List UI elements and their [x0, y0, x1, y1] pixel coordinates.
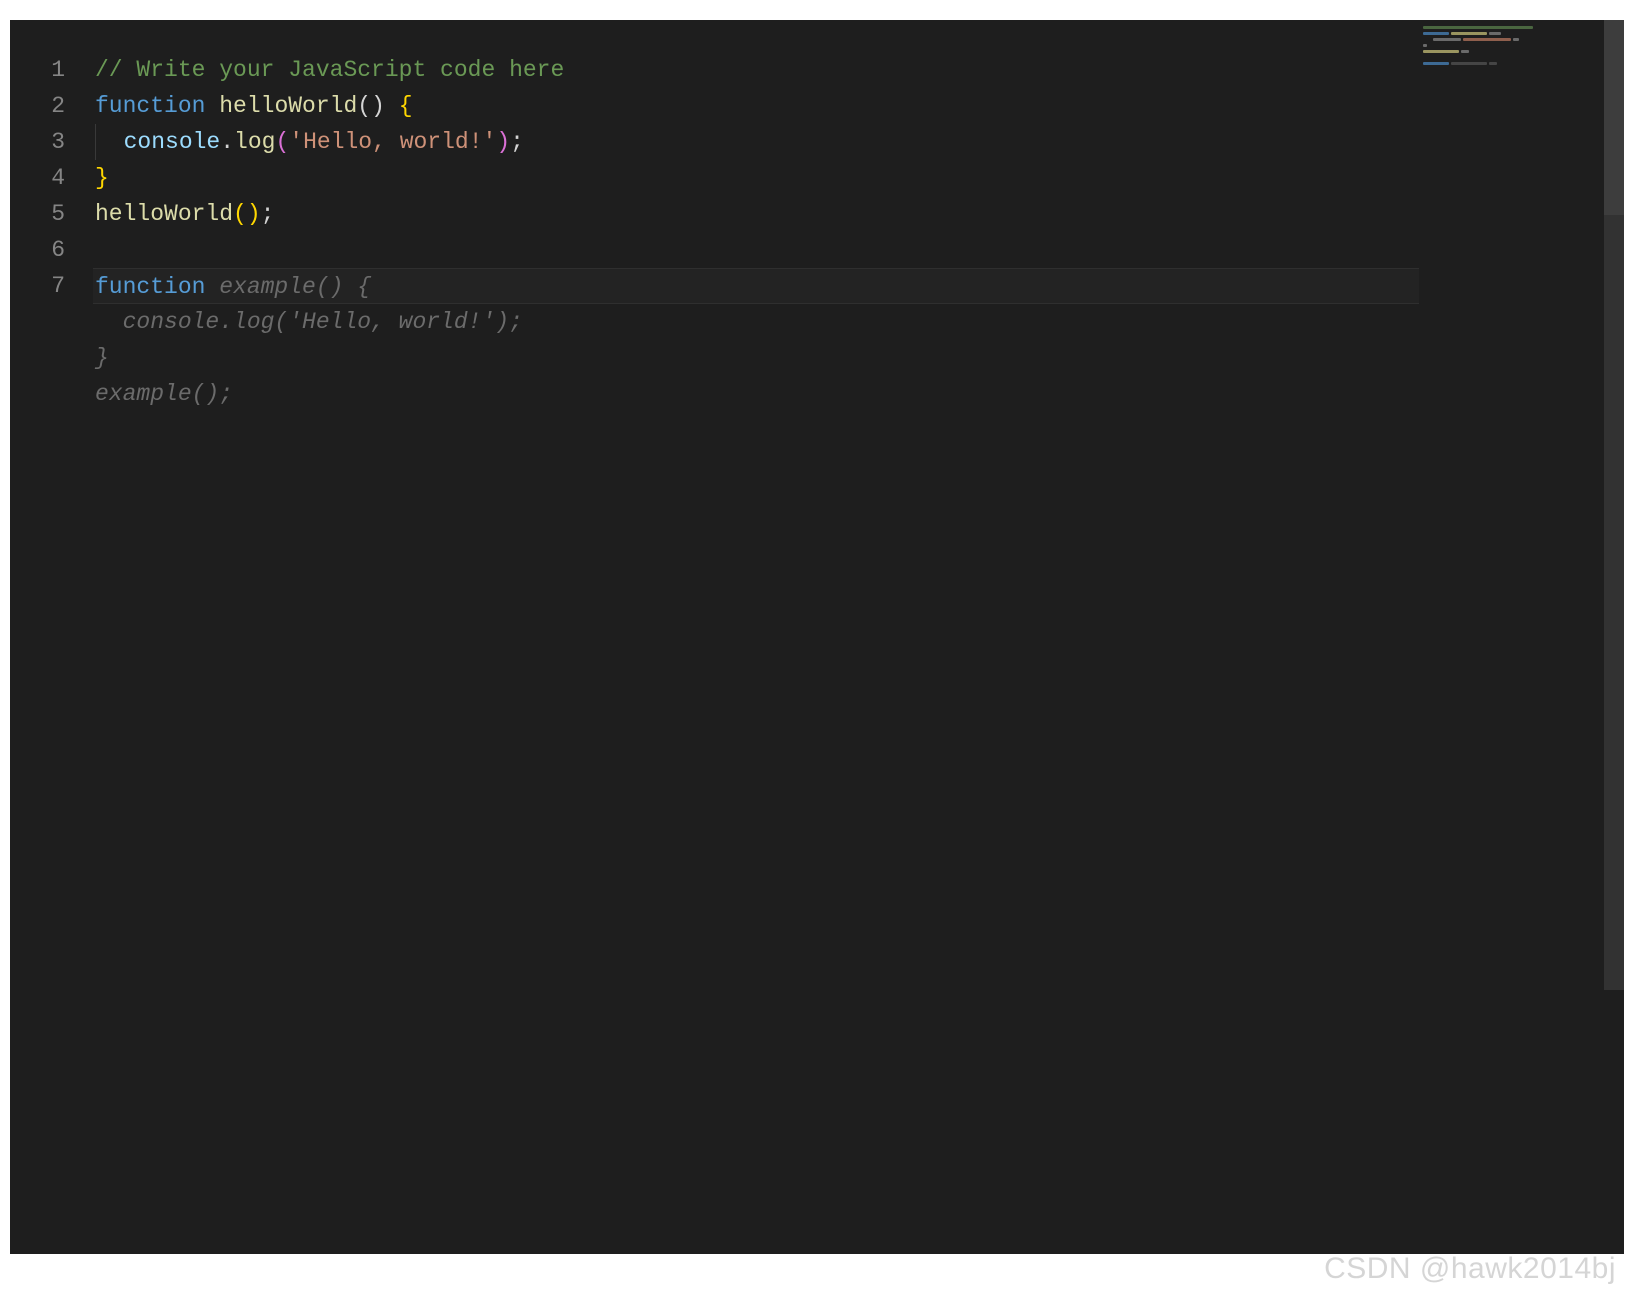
minimap-line — [1423, 32, 1600, 37]
watermark-text: CSDN @hawk2014bj — [1324, 1252, 1616, 1286]
line-number: 7 — [10, 268, 65, 304]
line-number: 5 — [10, 196, 65, 232]
code-line-current[interactable]: function example() { — [93, 268, 1419, 304]
vertical-scrollbar[interactable] — [1604, 20, 1624, 1254]
token-semicolon: ; — [261, 201, 275, 227]
token-dot: . — [220, 129, 234, 155]
token-brace: { — [399, 93, 413, 119]
token-paren: ( — [357, 93, 371, 119]
token-space — [385, 93, 399, 119]
line-number: 1 — [10, 52, 65, 88]
minimap[interactable] — [1419, 20, 1604, 1254]
code-line[interactable]: // Write your JavaScript code here — [95, 52, 1419, 88]
token-method: log — [234, 129, 275, 155]
token-paren: ) — [247, 201, 261, 227]
token-function-name: helloWorld — [219, 93, 357, 119]
token-paren: ) — [371, 93, 385, 119]
minimap-indent-icon — [1423, 38, 1431, 43]
minimap-line — [1423, 50, 1600, 55]
minimap-segment-icon — [1451, 32, 1487, 35]
code-line[interactable]: } — [95, 160, 1419, 196]
token-space — [205, 93, 219, 119]
token-brace: } — [95, 165, 109, 191]
token-paren: ( — [233, 201, 247, 227]
minimap-segment-icon — [1461, 50, 1469, 53]
token-keyword: function — [95, 93, 205, 119]
minimap-segment-icon — [1423, 62, 1449, 65]
minimap-segment-icon — [1433, 38, 1461, 41]
token-string: 'Hello, world!' — [289, 129, 496, 155]
minimap-segment-icon — [1451, 62, 1487, 65]
ghost-suggestion-line: example(); — [95, 376, 1419, 412]
minimap-segment-icon — [1423, 44, 1427, 47]
code-line[interactable]: helloWorld(); — [95, 196, 1419, 232]
code-area[interactable]: 1 2 3 4 5 6 7 // Write your JavaScript c… — [10, 20, 1419, 1254]
line-number: 2 — [10, 88, 65, 124]
minimap-line — [1423, 44, 1600, 49]
scrollbar-thumb[interactable] — [1604, 20, 1624, 215]
scrollbar-thumb[interactable] — [1604, 215, 1624, 990]
line-number-gutter: 1 2 3 4 5 6 7 — [10, 20, 95, 1254]
ghost-suggestion-line: console.log('Hello, world!'); — [95, 304, 1419, 340]
token-comment: // Write your JavaScript code here — [95, 57, 564, 83]
code-line[interactable]: console.log('Hello, world!'); — [95, 124, 1419, 160]
code-editor[interactable]: 1 2 3 4 5 6 7 // Write your JavaScript c… — [10, 20, 1624, 1254]
minimap-line — [1423, 26, 1600, 31]
minimap-segment-icon — [1489, 62, 1497, 65]
minimap-segment-icon — [1423, 50, 1459, 53]
token-keyword: function — [95, 274, 205, 300]
line-number: 4 — [10, 160, 65, 196]
token-function-name: helloWorld — [95, 201, 233, 227]
minimap-segment-icon — [1513, 38, 1519, 41]
token-identifier: console — [124, 129, 221, 155]
token-paren: ) — [496, 129, 510, 155]
ghost-suggestion-line: } — [95, 340, 1419, 376]
minimap-line — [1423, 56, 1600, 61]
minimap-line — [1423, 38, 1600, 43]
token-semicolon: ; — [510, 129, 524, 155]
code-line[interactable] — [95, 232, 1419, 268]
code-line[interactable]: function helloWorld() { — [95, 88, 1419, 124]
line-number: 6 — [10, 232, 65, 268]
token-paren: ( — [275, 129, 289, 155]
minimap-line — [1423, 62, 1600, 67]
minimap-segment-icon — [1423, 32, 1449, 35]
minimap-segment-icon — [1463, 38, 1511, 41]
ghost-suggestion-inline: example() { — [205, 274, 371, 300]
code-content[interactable]: // Write your JavaScript code here funct… — [95, 20, 1419, 1254]
minimap-segment-icon — [1423, 26, 1533, 29]
minimap-segment-icon — [1489, 32, 1501, 35]
token-indent — [96, 129, 124, 155]
line-number: 3 — [10, 124, 65, 160]
